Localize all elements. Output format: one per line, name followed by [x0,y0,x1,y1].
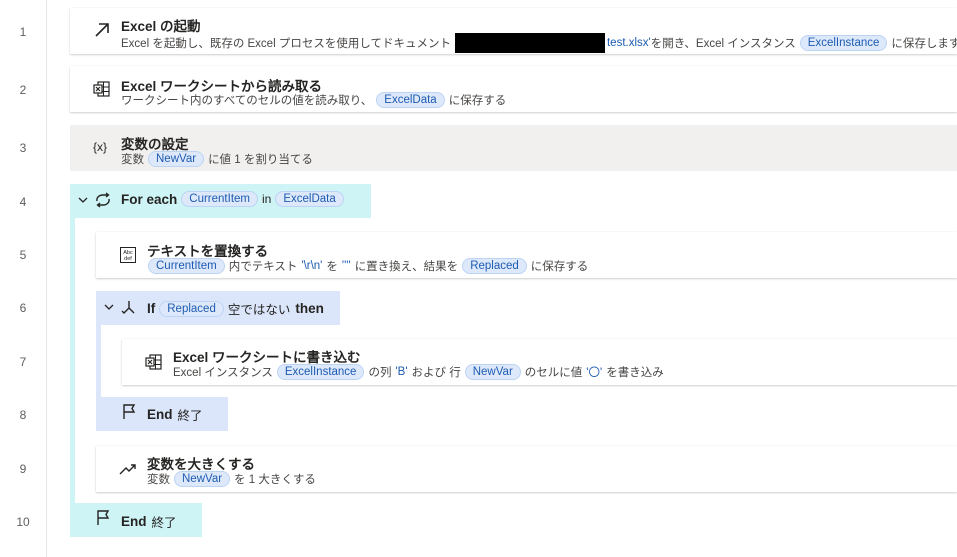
line-number: 10 [16,515,30,529]
step-title: Excel の起動 [121,19,201,34]
desc-text: を開き、Excel インスタンス [650,38,796,50]
line-number: 2 [19,83,27,97]
chevron-down-icon[interactable] [77,194,89,206]
branch-icon [121,301,135,314]
trending-up-icon [119,464,136,475]
variable-braces-icon: {x} [93,140,108,154]
desc-text: に保存します。 [891,38,957,50]
flag-icon [97,510,110,525]
excel-sheet-icon [93,81,110,97]
step-title: Excel ワークシートに書き込む [173,350,361,365]
step-description: Excel を起動し、既存の Excel プロセスを使用してドキュメント tes… [121,33,957,53]
desc-text: を書き込み [606,367,664,379]
step-read-worksheet[interactable]: Excel ワークシートから読み取る ワークシート内のすべてのセルの値を読み取り… [70,66,957,112]
desc-text: Excel を起動し、既存の Excel プロセスを使用してドキュメント [121,38,451,50]
if-bracket [96,325,101,397]
end-if-title: End 終了 [147,405,203,424]
loop-icon [96,192,110,208]
line-number: 7 [19,355,27,369]
chevron-down-icon[interactable] [103,301,115,313]
variable-pill[interactable]: Replaced [159,300,224,317]
step-description: ワークシート内のすべてのセルの値を読み取り、 ExcelData に保存する [121,92,506,108]
desc-text: に置き換え、結果を [354,261,459,273]
line-number: 1 [19,25,27,39]
line-number: 3 [19,141,27,155]
variable-pill[interactable]: NewVar [464,364,521,380]
desc-text: 内でテキスト [228,261,298,273]
step-description: 変数 NewVar に値 1 を割り当てる [121,151,313,167]
for-each-title: For each CurrentItem in ExcelData [121,191,348,207]
desc-text: ワークシート内のすべてのセルの値を読み取り、 [121,95,373,107]
literal-value: '\r\n' [301,260,323,272]
step-title: テキストを置換する [147,244,269,259]
line-number: 6 [19,301,27,315]
step-description: 変数 NewVar を 1 大きくする [147,471,316,487]
line-number: 9 [19,462,27,476]
variable-pill[interactable]: ExcelData [376,92,445,108]
step-replace-text[interactable]: Abc def テキストを置換する CurrentItem 内でテキスト '\r… [96,232,957,278]
variable-pill[interactable]: CurrentItem [181,191,258,207]
flag-icon [123,404,136,419]
end-for-each-title: End 終了 [121,512,177,531]
line-number: 4 [19,195,27,209]
variable-pill[interactable]: CurrentItem [148,258,225,274]
step-title: 変数を大きくする [147,457,255,472]
keyword-end: End [147,407,173,422]
end-label: 終了 [177,409,203,423]
keyword-end: End [121,514,147,529]
desc-text: の列 [368,367,392,379]
step-description: CurrentItem 内でテキスト '\r\n' を '''' に置き換え、結… [144,258,588,274]
step-title: 変数の設定 [121,137,189,152]
condition-operator: 空ではない [227,303,291,317]
step-write-worksheet[interactable]: Excel ワークシートに書き込む Excel インスタンス ExcelInst… [122,339,957,385]
keyword-then: then [295,301,324,316]
line-number: 5 [19,248,27,262]
text-abc-icon: Abc def [120,247,136,263]
variable-pill[interactable]: NewVar [174,471,231,487]
desc-text: に保存する [530,261,589,273]
desc-text: 変数 [147,474,170,486]
if-title: If Replaced 空ではない then [147,299,324,318]
step-increase-variable[interactable]: 変数を大きくする 変数 NewVar を 1 大きくする [96,446,957,492]
variable-pill[interactable]: ExcelInstance [799,35,888,51]
step-launch-excel[interactable]: Excel の起動 Excel を起動し、既存の Excel プロセスを使用して… [70,8,957,54]
keyword-if: If [147,301,156,316]
desc-text: を 1 大きくする [234,474,316,486]
desc-text: のセルに値 [524,367,583,379]
step-description: Excel インスタンス ExcelInstance の列 'B' および 行 … [173,364,664,380]
arrow-up-right-icon [95,23,109,37]
desc-text: を [326,261,338,273]
variable-pill[interactable]: Replaced [462,258,527,274]
literal-value: '''' [341,260,351,272]
end-label: 終了 [151,516,177,530]
svg-text:def: def [124,256,132,262]
variable-pill[interactable]: NewVar [148,151,205,167]
file-name-literal: test.xlsx' [606,37,651,49]
desc-text: Excel インスタンス [173,367,273,379]
keyword-for-each: For each [121,191,178,207]
variable-pill[interactable]: ExcelData [275,191,344,207]
excel-sheet-icon [145,354,162,370]
desc-text: に保存する [448,95,507,107]
desc-text: および 行 [411,367,461,379]
literal-value: '〇' [586,367,603,379]
redacted-path [454,33,605,53]
keyword-in: in [262,192,272,206]
desc-text: に値 1 を割り当てる [208,154,313,166]
line-number: 8 [19,408,27,422]
literal-value: 'B' [395,366,408,378]
for-each-bracket [70,218,75,503]
variable-pill[interactable]: ExcelInstance [276,364,365,380]
desc-text: 変数 [121,154,144,166]
step-set-variable[interactable]: {x} 変数の設定 変数 NewVar に値 1 を割り当てる [70,125,957,171]
